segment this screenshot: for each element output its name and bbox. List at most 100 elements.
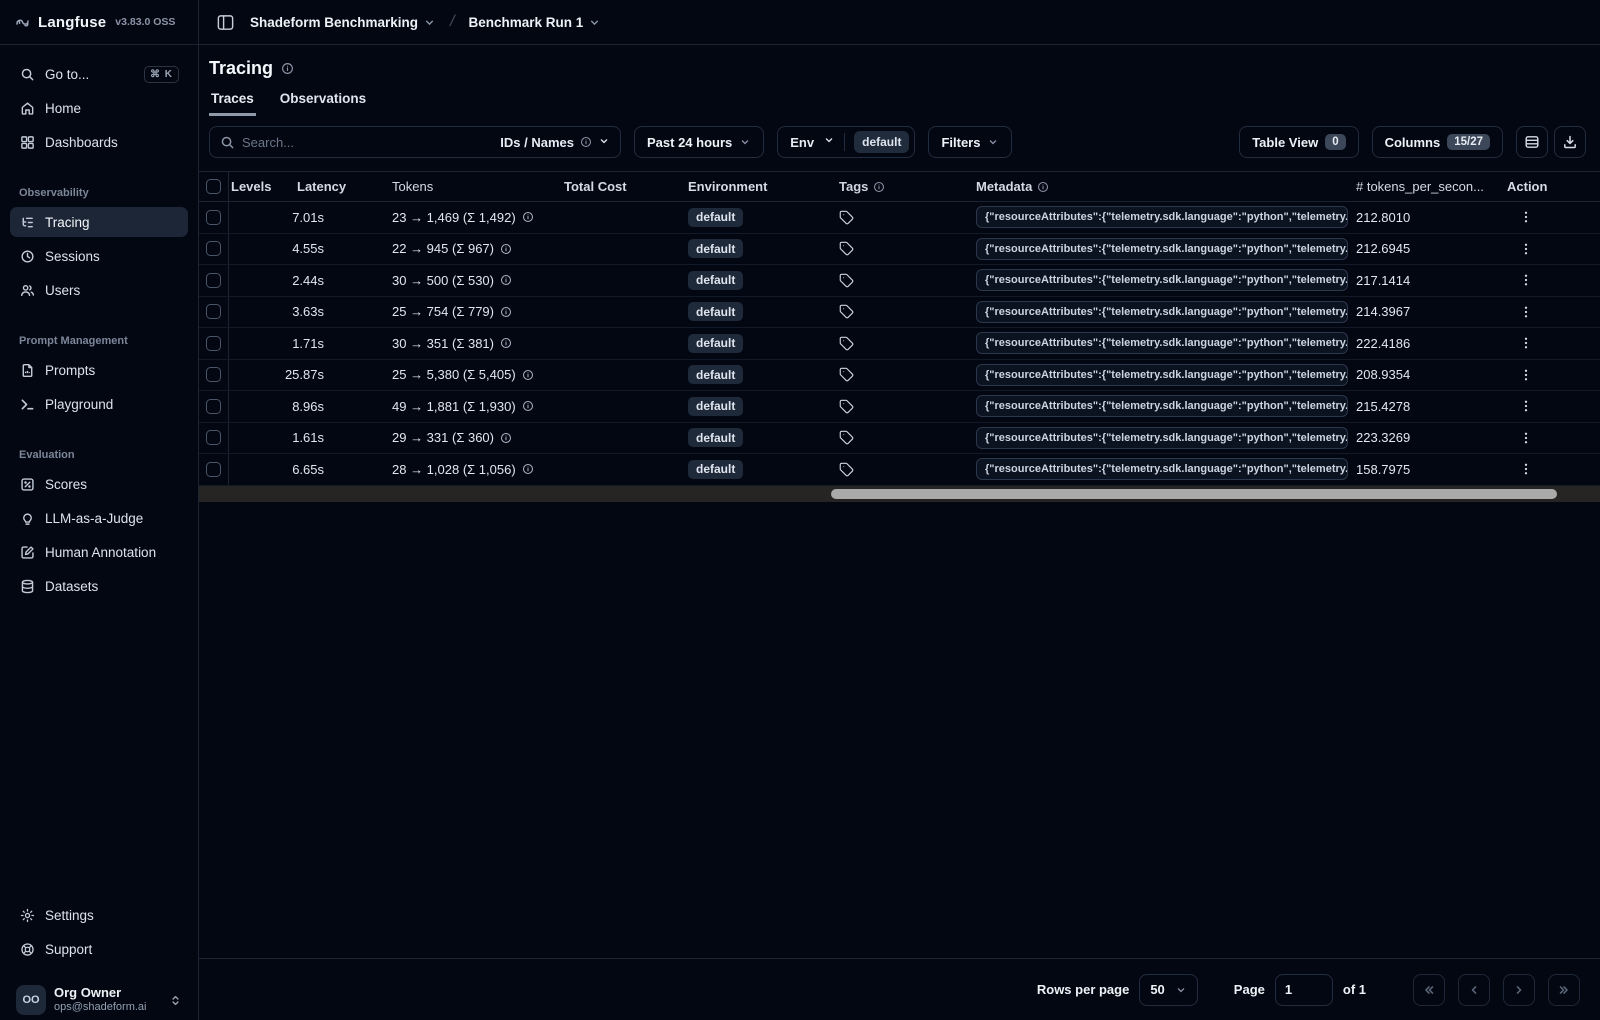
row-checkbox[interactable] — [206, 398, 221, 414]
info-icon[interactable] — [500, 274, 512, 286]
row-actions-kebab-icon[interactable] — [1519, 462, 1533, 476]
tag-icon[interactable] — [839, 210, 854, 225]
row-checkbox[interactable] — [206, 430, 221, 446]
row-checkbox[interactable] — [206, 272, 221, 288]
tab-observations[interactable]: Observations — [278, 87, 368, 116]
header-latency[interactable]: Latency — [289, 172, 384, 201]
metadata-pill[interactable]: {"resourceAttributes":{"telemetry.sdk.la… — [976, 237, 1348, 260]
table-row[interactable]: 8.96s 49 → 1,881 (Σ 1,930) default {"res… — [199, 391, 1600, 423]
sidebar-item-datasets[interactable]: Datasets — [10, 571, 188, 601]
tag-icon[interactable] — [839, 336, 854, 351]
sidebar-item-human-annotation[interactable]: Human Annotation — [10, 537, 188, 567]
goto-search[interactable]: Go to... ⌘ K — [10, 59, 188, 89]
metadata-pill[interactable]: {"resourceAttributes":{"telemetry.sdk.la… — [976, 395, 1348, 418]
table-view-button[interactable]: Table View 0 — [1239, 126, 1359, 158]
tag-icon[interactable] — [839, 273, 854, 288]
row-checkbox[interactable] — [206, 461, 221, 477]
info-icon[interactable] — [500, 432, 512, 444]
table-row[interactable]: 1.71s 30 → 351 (Σ 381) default {"resourc… — [199, 328, 1600, 360]
tag-icon[interactable] — [839, 367, 854, 382]
export-button[interactable] — [1554, 126, 1586, 158]
row-checkbox[interactable] — [206, 241, 221, 257]
metadata-pill[interactable]: {"resourceAttributes":{"telemetry.sdk.la… — [976, 269, 1348, 292]
sidebar-item-users[interactable]: Users — [10, 275, 188, 305]
tag-icon[interactable] — [839, 304, 854, 319]
user-menu[interactable]: OO Org Owner ops@shadeform.ai — [10, 980, 188, 1020]
search-mode-dropdown[interactable]: IDs / Names — [500, 135, 610, 150]
header-environment[interactable]: Environment — [680, 172, 831, 201]
sidebar-item-home[interactable]: Home — [10, 93, 188, 123]
tag-icon[interactable] — [839, 241, 854, 256]
sidebar-item-scores[interactable]: Scores — [10, 469, 188, 499]
row-actions-kebab-icon[interactable] — [1519, 210, 1533, 224]
sidebar-item-support[interactable]: Support — [10, 934, 188, 964]
row-actions-kebab-icon[interactable] — [1519, 305, 1533, 319]
info-icon[interactable] — [500, 337, 512, 349]
table-row[interactable]: 25.87s 25 → 5,380 (Σ 5,405) default {"re… — [199, 359, 1600, 391]
previous-page-button[interactable] — [1458, 973, 1490, 1006]
breadcrumb-project[interactable]: Shadeform Benchmarking — [250, 15, 436, 30]
sidebar-item-dashboards[interactable]: Dashboards — [10, 127, 188, 157]
row-actions-kebab-icon[interactable] — [1519, 242, 1533, 256]
breadcrumb-run[interactable]: Benchmark Run 1 — [469, 15, 602, 30]
scrollbar-thumb[interactable] — [831, 488, 1557, 499]
table-row[interactable]: 6.65s 28 → 1,028 (Σ 1,056) default {"res… — [199, 454, 1600, 486]
row-height-button[interactable] — [1516, 126, 1548, 158]
info-icon[interactable] — [281, 62, 294, 75]
info-icon[interactable] — [500, 243, 512, 255]
tag-icon[interactable] — [839, 430, 854, 445]
tab-traces[interactable]: Traces — [209, 87, 256, 116]
header-metadata[interactable]: Metadata — [968, 172, 1348, 201]
row-actions-kebab-icon[interactable] — [1519, 336, 1533, 350]
sidebar-item-sessions[interactable]: Sessions — [10, 241, 188, 271]
last-page-button[interactable] — [1548, 973, 1580, 1006]
table-row[interactable]: 3.63s 25 → 754 (Σ 779) default {"resourc… — [199, 296, 1600, 328]
info-icon[interactable] — [522, 211, 534, 223]
info-icon[interactable] — [522, 369, 534, 381]
row-actions-kebab-icon[interactable] — [1519, 273, 1533, 287]
metadata-pill[interactable]: {"resourceAttributes":{"telemetry.sdk.la… — [976, 206, 1348, 229]
row-checkbox[interactable] — [206, 304, 221, 320]
sidebar-item-settings[interactable]: Settings — [10, 900, 188, 930]
columns-button[interactable]: Columns 15/27 — [1371, 126, 1503, 158]
row-actions-kebab-icon[interactable] — [1519, 368, 1533, 382]
tag-icon[interactable] — [839, 462, 854, 477]
info-icon[interactable] — [500, 306, 512, 318]
info-icon[interactable] — [522, 463, 534, 475]
sidebar-toggle-button[interactable] — [212, 9, 238, 35]
tag-icon[interactable] — [839, 399, 854, 414]
table-row[interactable]: 2.44s 30 → 500 (Σ 530) default {"resourc… — [199, 265, 1600, 297]
row-checkbox[interactable] — [206, 209, 221, 225]
filters-dropdown[interactable]: Filters — [928, 126, 1013, 158]
metadata-pill[interactable]: {"resourceAttributes":{"telemetry.sdk.la… — [976, 426, 1348, 449]
select-all-checkbox[interactable] — [206, 179, 221, 194]
header-tags[interactable]: Tags — [831, 172, 968, 201]
header-tokens-per-second[interactable]: # tokens_per_secon... — [1348, 172, 1495, 201]
info-icon[interactable] — [522, 400, 534, 412]
header-levels[interactable]: Levels — [229, 172, 289, 201]
table-row[interactable]: 4.55s 22 → 945 (Σ 967) default {"resourc… — [199, 233, 1600, 265]
row-actions-kebab-icon[interactable] — [1519, 431, 1533, 445]
table-row[interactable]: 1.61s 29 → 331 (Σ 360) default {"resourc… — [199, 422, 1600, 454]
sidebar-item-playground[interactable]: Playground — [10, 389, 188, 419]
row-actions-kebab-icon[interactable] — [1519, 399, 1533, 413]
metadata-pill[interactable]: {"resourceAttributes":{"telemetry.sdk.la… — [976, 332, 1348, 355]
header-tokens[interactable]: Tokens — [384, 172, 556, 201]
metadata-pill[interactable]: {"resourceAttributes":{"telemetry.sdk.la… — [976, 458, 1348, 481]
table-row[interactable]: 7.01s 23 → 1,469 (Σ 1,492) default {"res… — [199, 202, 1600, 234]
sidebar-item-llm-as-a-judge[interactable]: LLM-as-a-Judge — [10, 503, 188, 533]
next-page-button[interactable] — [1503, 973, 1535, 1006]
rows-per-page-select[interactable]: 50 — [1139, 973, 1198, 1006]
row-checkbox[interactable] — [206, 335, 221, 351]
search-input[interactable] — [242, 134, 372, 150]
metadata-pill[interactable]: {"resourceAttributes":{"telemetry.sdk.la… — [976, 300, 1348, 323]
sidebar-item-tracing[interactable]: Tracing — [10, 207, 188, 237]
header-total-cost[interactable]: Total Cost — [556, 172, 680, 201]
environment-filter[interactable]: Env default — [777, 126, 916, 158]
time-range-dropdown[interactable]: Past 24 hours — [634, 126, 765, 158]
metadata-pill[interactable]: {"resourceAttributes":{"telemetry.sdk.la… — [976, 363, 1348, 386]
first-page-button[interactable] — [1413, 973, 1445, 1006]
sidebar-item-prompts[interactable]: Prompts — [10, 355, 188, 385]
page-number-input[interactable] — [1274, 973, 1333, 1006]
row-checkbox[interactable] — [206, 367, 221, 383]
